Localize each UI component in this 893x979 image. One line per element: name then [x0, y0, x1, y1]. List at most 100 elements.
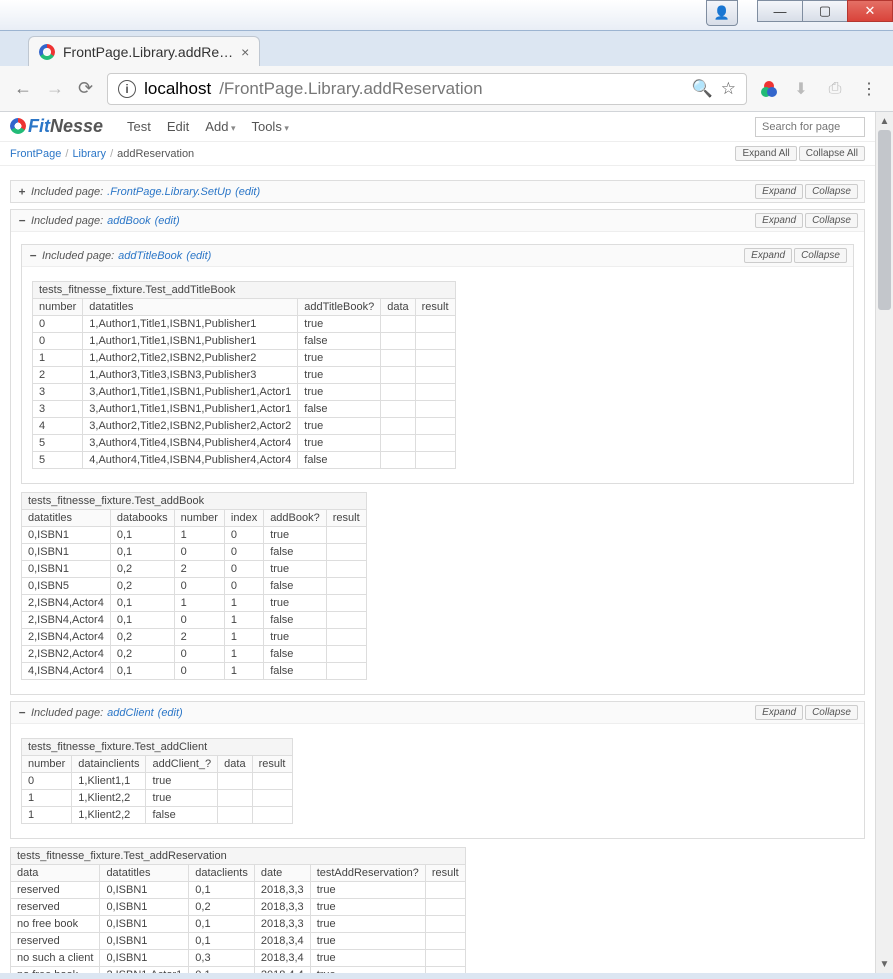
menu-tools[interactable]: Tools: [251, 119, 288, 134]
table-cell: [326, 629, 366, 646]
table-cell: 5: [33, 435, 83, 452]
table-cell: true: [264, 527, 327, 544]
collapse-icon[interactable]: −: [28, 249, 38, 262]
pdf-icon[interactable]: ⎙: [825, 80, 845, 98]
expand-button[interactable]: Expand: [755, 184, 803, 199]
collapse-button[interactable]: Collapse: [805, 213, 858, 228]
table-cell: 0,1: [189, 916, 255, 933]
edit-link[interactable]: (edit): [186, 250, 211, 262]
table-cell: 4: [33, 418, 83, 435]
table-cell: 3: [33, 401, 83, 418]
back-button[interactable]: ←: [14, 78, 32, 99]
maximize-button[interactable]: ▢: [802, 0, 848, 22]
expand-icon[interactable]: +: [17, 185, 27, 198]
collapse-button[interactable]: Collapse: [805, 184, 858, 199]
column-header: result: [415, 299, 455, 316]
table-cell: [415, 316, 455, 333]
table-cell: 2018,3,3: [254, 899, 310, 916]
browser-tab[interactable]: FrontPage.Library.addRe… ×: [28, 36, 260, 66]
scroll-thumb[interactable]: [878, 130, 891, 310]
link-setup[interactable]: .FrontPage.Library.SetUp: [107, 186, 231, 198]
scroll-down-icon[interactable]: ▼: [876, 955, 893, 973]
table-cell: false: [264, 578, 327, 595]
scrollbar[interactable]: ▲ ▼: [875, 112, 893, 973]
table-cell: [381, 333, 415, 350]
table-cell: 1,Klient2,2: [72, 790, 146, 807]
edit-link[interactable]: (edit): [158, 707, 183, 719]
expand-button[interactable]: Expand: [755, 213, 803, 228]
table-cell: 0: [174, 612, 224, 629]
table-cell: [415, 435, 455, 452]
crumb-library[interactable]: Library: [72, 148, 106, 160]
table-row: 11,Klient2,2true: [22, 790, 293, 807]
table-cell: 2018,3,3: [254, 882, 310, 899]
expand-all-button[interactable]: Expand All: [735, 146, 796, 161]
menu-edit[interactable]: Edit: [167, 119, 189, 134]
collapse-button[interactable]: Collapse: [794, 248, 847, 263]
collapse-all-button[interactable]: Collapse All: [799, 146, 865, 161]
collapse-button[interactable]: Collapse: [805, 705, 858, 720]
close-button[interactable]: ✕: [847, 0, 893, 22]
edit-link[interactable]: (edit): [235, 186, 260, 198]
table-row: reserved0,ISBN10,12018,3,4true: [11, 933, 466, 950]
table-cell: 0: [224, 544, 263, 561]
expand-button[interactable]: Expand: [744, 248, 792, 263]
crumb-frontpage[interactable]: FrontPage: [10, 148, 61, 160]
table-cell: true: [298, 435, 381, 452]
menu-add[interactable]: Add: [205, 119, 235, 134]
download-icon[interactable]: ⬇: [791, 79, 811, 99]
column-header: testAddReservation?: [310, 865, 425, 882]
table-cell: true: [146, 773, 218, 790]
collapse-icon[interactable]: −: [17, 214, 27, 227]
extension-icon[interactable]: [761, 81, 777, 97]
table-row: 0,ISBN10,220true: [22, 561, 367, 578]
column-header: datatitles: [83, 299, 298, 316]
omnibox-search-icon[interactable]: 🔍: [692, 79, 713, 99]
url-host: localhost: [144, 79, 211, 99]
expand-button[interactable]: Expand: [755, 705, 803, 720]
menu-test[interactable]: Test: [127, 119, 151, 134]
table-cell: true: [310, 899, 425, 916]
scroll-up-icon[interactable]: ▲: [876, 112, 893, 130]
link-addbook[interactable]: addBook: [107, 215, 150, 227]
table-cell: true: [298, 316, 381, 333]
table-cell: 0,ISBN1: [100, 933, 189, 950]
site-info-icon[interactable]: i: [118, 80, 136, 98]
table-cell: 2,ISBN4,Actor4: [22, 629, 111, 646]
bookmark-star-icon[interactable]: ☆: [721, 79, 736, 99]
table-cell: 0,3: [189, 950, 255, 967]
table-row: 2,ISBN2,Actor40,201false: [22, 646, 367, 663]
table-cell: 2: [174, 561, 224, 578]
search-input[interactable]: [755, 117, 865, 137]
table-cell: 0,ISBN5: [22, 578, 111, 595]
table-cell: reserved: [11, 933, 100, 950]
table-cell: [425, 967, 465, 974]
table-cell: 2,ISBN2,Actor4: [22, 646, 111, 663]
column-header: result: [425, 865, 465, 882]
reload-button[interactable]: ⟳: [78, 78, 93, 99]
link-addtitlebook[interactable]: addTitleBook: [118, 250, 182, 262]
table-cell: 0,1: [110, 595, 174, 612]
table-cell: 0,2: [110, 561, 174, 578]
table-cell: true: [298, 367, 381, 384]
table-cell: [425, 899, 465, 916]
table-cell: true: [310, 933, 425, 950]
column-header: addClient_?: [146, 756, 218, 773]
table-cell: 1: [224, 595, 263, 612]
minimize-button[interactable]: —: [757, 0, 803, 22]
page-search: [755, 117, 865, 137]
table-cell: true: [310, 916, 425, 933]
table-row: reserved0,ISBN10,22018,3,3true: [11, 899, 466, 916]
fitnesse-logo[interactable]: FitNesse: [10, 116, 103, 137]
menu-icon[interactable]: ⋮: [859, 79, 879, 99]
table-row: 53,Author4,Title4,ISBN4,Publisher4,Actor…: [33, 435, 456, 452]
collapse-icon[interactable]: −: [17, 706, 27, 719]
table-cell: false: [264, 612, 327, 629]
table-cell: [381, 316, 415, 333]
url-input[interactable]: i localhost/FrontPage.Library.addReserva…: [107, 73, 747, 105]
link-addclient[interactable]: addClient: [107, 707, 153, 719]
table-cell: [415, 452, 455, 469]
edit-link[interactable]: (edit): [155, 215, 180, 227]
user-icon[interactable]: 👤: [706, 0, 738, 26]
tab-close-icon[interactable]: ×: [241, 44, 249, 60]
